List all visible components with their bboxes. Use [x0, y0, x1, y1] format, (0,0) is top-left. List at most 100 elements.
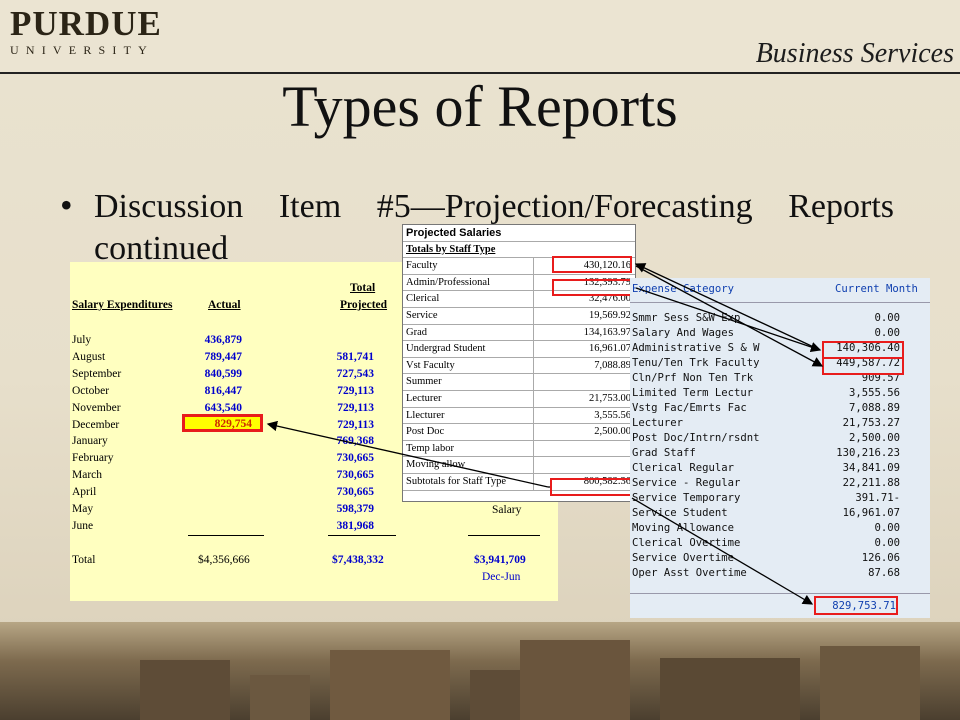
salary-row-month: November	[72, 401, 121, 414]
sap-row: Salary And Wages 0.00	[630, 327, 930, 342]
projected-title-row: Projected Salaries	[403, 225, 635, 242]
right-underline	[468, 535, 540, 536]
salary-row-projected: 730,665	[336, 452, 374, 465]
projected-row-label: Grad	[406, 326, 427, 338]
projected-row: Temp labor	[403, 440, 635, 458]
sap-total-highlight	[814, 596, 898, 615]
projected-row: Lecturer 21,753.00	[403, 391, 635, 408]
projected-row-label: Clerical	[406, 293, 440, 305]
projected-row: Undergrad Student 16,961.07	[403, 341, 635, 358]
salary-row-projected: 598,379	[336, 503, 374, 515]
salary-row-month: June	[72, 519, 94, 532]
sap-row: Smmr Sess S&W Exp 0.00	[630, 312, 930, 327]
salary-right-label: Salary	[492, 504, 522, 516]
sap-row-value: 34,841.09	[842, 462, 900, 474]
salary-row-month: February	[72, 452, 114, 465]
sap-row-value: 0.00	[874, 312, 900, 324]
total-header-top: Total	[350, 282, 376, 294]
sap-row: Service - Regular 22,211.88	[630, 477, 930, 492]
admin-highlight	[552, 279, 632, 296]
projected-row-label: Moving allow	[406, 459, 466, 471]
total-right: $3,941,709	[474, 554, 526, 566]
projected-row-label: Vst Faculty	[406, 359, 455, 371]
sap-row-label: Service Overtime	[632, 552, 735, 564]
sap-row-label: Clerical Regular	[632, 462, 735, 474]
projected-title: Projected Salaries	[406, 227, 502, 239]
logo-main-text: PURDUE	[10, 4, 162, 43]
sap-row-label: Oper Asst Overtime	[632, 567, 747, 579]
projected-row: Vst Faculty 7,088.89	[403, 357, 635, 375]
salary-row-projected: 729,113	[337, 418, 374, 431]
column-divider	[533, 424, 534, 440]
actual-header: Actual	[208, 299, 241, 311]
column-divider	[533, 258, 534, 274]
projected-underline	[328, 535, 396, 536]
salary-row-month: January	[72, 435, 108, 448]
sap-row-value: 0.00	[874, 522, 900, 534]
sap-row-label: Cln/Prf Non Ten Trk	[632, 372, 754, 384]
sap-header: Expense Category Current Month	[630, 278, 930, 303]
salary-row-month: May	[72, 503, 94, 515]
sap-row-value: 22,211.88	[842, 477, 900, 489]
sap-month-header: Current Month	[835, 283, 918, 295]
projected-row: Service 19,569.92	[403, 308, 635, 325]
salary-row-actual: 436,879	[204, 334, 242, 346]
projected-row-value: 2,500.00	[594, 426, 631, 438]
subtotal-highlight	[550, 478, 632, 496]
december-actual-value: 829,754	[214, 418, 252, 430]
salary-row-actual: 840,599	[204, 367, 242, 380]
column-divider	[533, 440, 534, 457]
sap-row-value: 126.06	[861, 552, 900, 564]
salary-row-projected: 729,113	[337, 384, 374, 397]
projected-row-value: 21,753.00	[589, 393, 631, 404]
sap-row-value: 0.00	[874, 537, 900, 549]
sap-faculty-highlight	[822, 357, 904, 375]
sap-row-value: 7,088.89	[848, 402, 900, 414]
salary-row-projected: 730,665	[336, 486, 374, 499]
projected-row-value: 7,088.89	[594, 359, 631, 371]
salary-row-projected: 381,968	[336, 519, 374, 532]
projected-row-label: Llecturer	[406, 409, 445, 421]
salary-row-month: August	[72, 350, 106, 363]
sap-row: Service Overtime 126.06	[630, 552, 930, 567]
sap-row-label: Moving Allowance	[632, 522, 735, 534]
projected-row: Moving allow	[403, 457, 635, 474]
sap-row-label: Salary And Wages	[632, 327, 735, 339]
sap-row-label: Tenu/Ten Trk Faculty	[632, 357, 760, 369]
sap-row-label: Lecturer	[632, 417, 684, 429]
faculty-highlight	[552, 256, 632, 273]
column-divider	[533, 341, 534, 357]
projected-row: Post Doc 2,500.00	[403, 424, 635, 441]
salary-row-projected: 581,741	[336, 350, 374, 363]
sap-row: Post Doc/Intrn/rsdnt 2,500.00	[630, 432, 930, 447]
sap-row-label: Grad Staff	[632, 447, 696, 459]
projected-row-label: Subtotals for Staff Type	[406, 476, 507, 487]
sap-row: Moving Allowance 0.00	[630, 522, 930, 537]
projected-row: Summer	[403, 374, 635, 391]
december-actual-highlight: 829,754	[182, 414, 263, 432]
campus-photo-strip	[0, 622, 960, 720]
total-row-label: Total	[72, 554, 96, 566]
sap-row-label: Clerical Overtime	[632, 537, 741, 549]
sap-row: Lecturer 21,753.27	[630, 417, 930, 432]
salary-row-month: March	[72, 469, 103, 482]
projected-row: Grad 134,163.97	[403, 324, 635, 342]
column-divider	[533, 391, 534, 407]
sap-row-label: Limited Term Lectur	[632, 387, 754, 399]
salary-row-projected: 769,368	[336, 435, 374, 448]
projected-row-label: Undergrad Student	[406, 343, 486, 355]
sap-row-label: Service - Regular	[632, 477, 741, 489]
sap-expense-report: Expense Category Current Month Smmr Sess…	[630, 278, 930, 618]
total-actual: $4,356,666	[198, 554, 250, 566]
salary-expenditures-header: Salary Expenditures	[72, 299, 173, 311]
column-divider	[533, 407, 534, 424]
sap-row: Service Temporary 391.71-	[630, 492, 930, 507]
projected-row-label: Summer	[406, 376, 442, 388]
column-divider	[533, 357, 534, 374]
sap-row: Grad Staff 130,216.23	[630, 447, 930, 462]
sap-row: Oper Asst Overtime 87.68	[630, 567, 930, 582]
column-divider	[533, 374, 534, 390]
projected-header: Projected	[340, 299, 388, 311]
column-divider	[533, 308, 534, 324]
sap-row: Vstg Fac/Emrts Fac 7,088.89	[630, 402, 930, 417]
